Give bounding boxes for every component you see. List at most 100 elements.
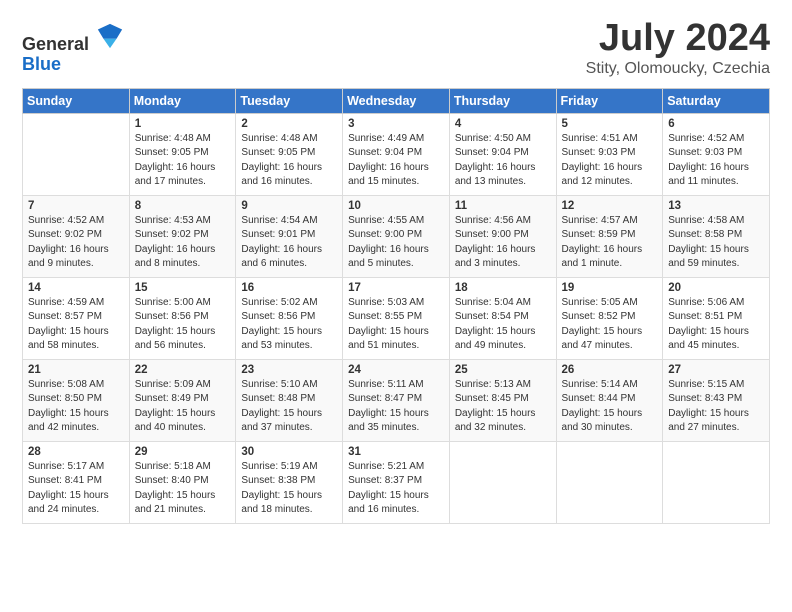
day-info: Sunrise: 5:14 AMSunset: 8:44 PMDaylight:… [562,378,658,436]
day-cell: 11Sunrise: 4:56 AMSunset: 9:00 PMDayligh… [449,195,556,277]
day-number: 3 [348,118,444,130]
day-number: 19 [562,282,658,294]
day-cell: 21Sunrise: 5:08 AMSunset: 8:50 PMDayligh… [23,359,130,441]
day-number: 11 [455,200,551,212]
day-number: 1 [135,118,231,130]
day-info: Sunrise: 5:04 AMSunset: 8:54 PMDaylight:… [455,296,551,354]
day-cell: 4 Sunrise: 4:50 AMSunset: 9:04 PMDaylight… [449,113,556,195]
day-number: 26 [562,364,658,376]
day-info: Sunrise: 4:57 AMSunset: 8:59 PMDaylight:… [562,214,658,272]
day-cell: 30 Sunrise: 5:19 AMSunset: 8:38 PMDayligh… [236,441,343,523]
day-info: Sunrise: 4:59 AMSunset: 8:57 PMDaylight:… [28,296,124,354]
day-number: 18 [455,282,551,294]
day-info: Sunrise: 4:55 AMSunset: 9:00 PMDaylight:… [348,214,444,272]
day-number: 23 [241,364,337,376]
day-cell [23,113,130,195]
month-title: July 2024 [586,18,770,60]
day-cell: 29 Sunrise: 5:18 AMSunset: 8:40 PMDayligh… [129,441,236,523]
day-number: 29 [135,446,231,458]
day-number: 2 [241,118,337,130]
day-cell: 6 Sunrise: 4:52 AMSunset: 9:03 PMDaylight… [663,113,770,195]
day-cell: 10Sunrise: 4:55 AMSunset: 9:00 PMDayligh… [343,195,450,277]
day-info: Sunrise: 4:52 AMSunset: 9:03 PMDaylight:… [668,132,764,190]
day-info: Sunrise: 5:11 AMSunset: 8:47 PMDaylight:… [348,378,444,436]
day-number: 14 [28,282,124,294]
day-info: Sunrise: 5:06 AMSunset: 8:51 PMDaylight:… [668,296,764,354]
day-number: 22 [135,364,231,376]
day-cell: 17Sunrise: 5:03 AMSunset: 8:55 PMDayligh… [343,277,450,359]
col-header-wednesday: Wednesday [343,88,450,113]
day-info: Sunrise: 5:21 AMSunset: 8:37 PMDaylight:… [348,460,444,518]
day-number: 27 [668,364,764,376]
day-number: 4 [455,118,551,130]
day-info: Sunrise: 5:13 AMSunset: 8:45 PMDaylight:… [455,378,551,436]
col-header-tuesday: Tuesday [236,88,343,113]
day-info: Sunrise: 5:10 AMSunset: 8:48 PMDaylight:… [241,378,337,436]
day-info: Sunrise: 4:50 AMSunset: 9:04 PMDaylight:… [455,132,551,190]
header: General Blue July 2024 Stity, Olomoucky,… [22,18,770,78]
day-number: 8 [135,200,231,212]
day-info: Sunrise: 5:19 AMSunset: 8:38 PMDaylight:… [241,460,337,518]
day-cell: 8Sunrise: 4:53 AMSunset: 9:02 PMDaylight… [129,195,236,277]
day-cell [556,441,663,523]
day-cell: 14 Sunrise: 4:59 AMSunset: 8:57 PMDayligh… [23,277,130,359]
logo-blue: Blue [22,54,61,74]
logo: General Blue [22,22,124,75]
header-row: SundayMondayTuesdayWednesdayThursdayFrid… [23,88,770,113]
day-info: Sunrise: 5:15 AMSunset: 8:43 PMDaylight:… [668,378,764,436]
day-number: 20 [668,282,764,294]
day-cell: 25Sunrise: 5:13 AMSunset: 8:45 PMDayligh… [449,359,556,441]
day-info: Sunrise: 4:48 AMSunset: 9:05 PMDaylight:… [241,132,337,190]
day-info: Sunrise: 5:02 AMSunset: 8:56 PMDaylight:… [241,296,337,354]
day-cell: 26 Sunrise: 5:14 AMSunset: 8:44 PMDayligh… [556,359,663,441]
col-header-thursday: Thursday [449,88,556,113]
day-cell: 16 Sunrise: 5:02 AMSunset: 8:56 PMDayligh… [236,277,343,359]
week-row-5: 28 Sunrise: 5:17 AMSunset: 8:41 PMDayligh… [23,441,770,523]
day-number: 28 [28,446,124,458]
day-cell: 31 Sunrise: 5:21 AMSunset: 8:37 PMDayligh… [343,441,450,523]
day-number: 16 [241,282,337,294]
day-cell [663,441,770,523]
day-cell: 12Sunrise: 4:57 AMSunset: 8:59 PMDayligh… [556,195,663,277]
week-row-1: 1 Sunrise: 4:48 AMSunset: 9:05 PMDaylight… [23,113,770,195]
location: Stity, Olomoucky, Czechia [586,60,770,78]
day-info: Sunrise: 4:52 AMSunset: 9:02 PMDaylight:… [28,214,124,272]
col-header-saturday: Saturday [663,88,770,113]
day-info: Sunrise: 5:03 AMSunset: 8:55 PMDaylight:… [348,296,444,354]
logo-general: General [22,34,89,54]
day-info: Sunrise: 4:58 AMSunset: 8:58 PMDaylight:… [668,214,764,272]
col-header-friday: Friday [556,88,663,113]
week-row-4: 21Sunrise: 5:08 AMSunset: 8:50 PMDayligh… [23,359,770,441]
day-cell: 28 Sunrise: 5:17 AMSunset: 8:41 PMDayligh… [23,441,130,523]
day-info: Sunrise: 4:48 AMSunset: 9:05 PMDaylight:… [135,132,231,190]
day-cell: 15Sunrise: 5:00 AMSunset: 8:56 PMDayligh… [129,277,236,359]
day-cell: 24 Sunrise: 5:11 AMSunset: 8:47 PMDayligh… [343,359,450,441]
day-cell: 19Sunrise: 5:05 AMSunset: 8:52 PMDayligh… [556,277,663,359]
day-cell: 18 Sunrise: 5:04 AMSunset: 8:54 PMDayligh… [449,277,556,359]
day-cell: 23 Sunrise: 5:10 AMSunset: 8:48 PMDayligh… [236,359,343,441]
day-info: Sunrise: 5:18 AMSunset: 8:40 PMDaylight:… [135,460,231,518]
calendar-container: General Blue July 2024 Stity, Olomoucky,… [0,0,792,536]
calendar-table: SundayMondayTuesdayWednesdayThursdayFrid… [22,88,770,524]
col-header-sunday: Sunday [23,88,130,113]
day-cell: 5Sunrise: 4:51 AMSunset: 9:03 PMDaylight… [556,113,663,195]
week-row-2: 7 Sunrise: 4:52 AMSunset: 9:02 PMDaylight… [23,195,770,277]
day-number: 30 [241,446,337,458]
day-info: Sunrise: 5:09 AMSunset: 8:49 PMDaylight:… [135,378,231,436]
day-number: 9 [241,200,337,212]
day-info: Sunrise: 5:17 AMSunset: 8:41 PMDaylight:… [28,460,124,518]
day-cell: 3Sunrise: 4:49 AMSunset: 9:04 PMDaylight… [343,113,450,195]
day-cell: 2 Sunrise: 4:48 AMSunset: 9:05 PMDaylight… [236,113,343,195]
title-block: July 2024 Stity, Olomoucky, Czechia [586,18,770,78]
day-info: Sunrise: 5:08 AMSunset: 8:50 PMDaylight:… [28,378,124,436]
day-number: 6 [668,118,764,130]
day-number: 5 [562,118,658,130]
day-number: 24 [348,364,444,376]
day-number: 31 [348,446,444,458]
day-cell: 27 Sunrise: 5:15 AMSunset: 8:43 PMDayligh… [663,359,770,441]
day-number: 7 [28,200,124,212]
logo-icon [96,22,124,50]
col-header-monday: Monday [129,88,236,113]
day-number: 15 [135,282,231,294]
day-cell: 1 Sunrise: 4:48 AMSunset: 9:05 PMDaylight… [129,113,236,195]
